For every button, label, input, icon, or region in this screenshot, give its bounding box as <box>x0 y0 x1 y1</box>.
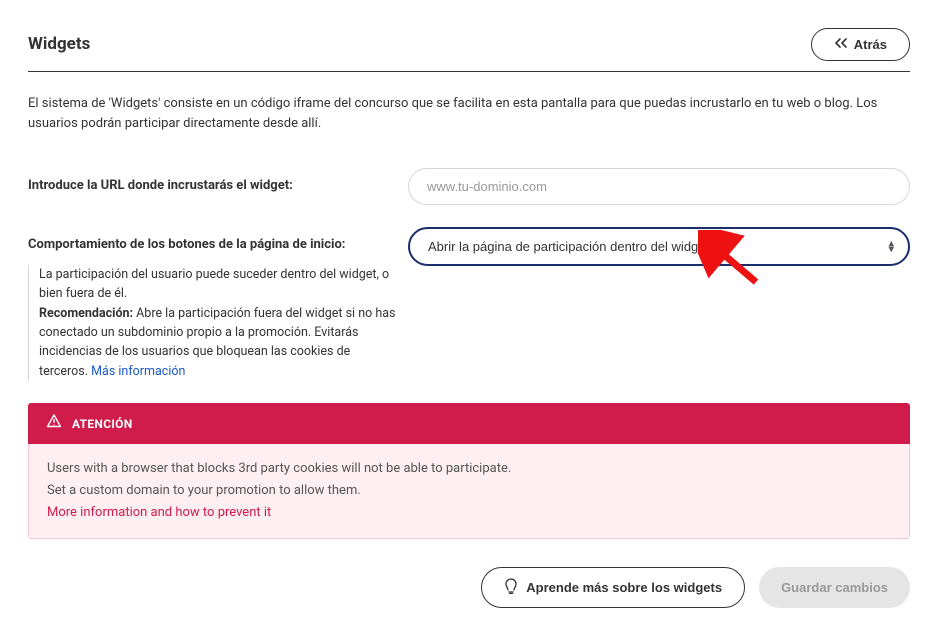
learn-more-button[interactable]: Aprende más sobre los widgets <box>481 567 745 608</box>
url-field-label: Introduce la URL donde incrustarás el wi… <box>28 168 408 196</box>
back-button[interactable]: Atrás <box>811 28 910 61</box>
intro-text: El sistema de 'Widgets' consiste en un c… <box>28 94 910 134</box>
alert-more-info-link[interactable]: More information and how to prevent it <box>47 505 271 520</box>
alert-line-1: Users with a browser that blocks 3rd par… <box>47 458 891 480</box>
chevrons-left-icon <box>834 37 848 52</box>
page-title: Widgets <box>28 32 90 58</box>
warning-icon <box>46 413 62 434</box>
helper-strong: Recomendación: <box>39 306 133 321</box>
alert-line-2: Set a custom domain to your promotion to… <box>47 480 891 502</box>
behavior-select[interactable]: Abrir la página de participación dentro … <box>408 227 910 266</box>
helper-more-info-link[interactable]: Más información <box>91 364 185 379</box>
behavior-field-label: Comportamiento de los botones de la pági… <box>28 227 408 255</box>
helper-line-1: La participación del usuario puede suced… <box>39 267 389 301</box>
alert-title: ATENCIÓN <box>72 415 133 433</box>
learn-more-label: Aprende más sobre los widgets <box>526 580 722 595</box>
lightbulb-icon <box>504 578 518 597</box>
back-button-label: Atrás <box>854 37 887 52</box>
url-input[interactable] <box>408 168 910 205</box>
behavior-helper-text: La participación del usuario puede suced… <box>28 265 398 381</box>
attention-alert: ATENCIÓN Users with a browser that block… <box>28 403 910 539</box>
save-button[interactable]: Guardar cambios <box>759 567 910 608</box>
